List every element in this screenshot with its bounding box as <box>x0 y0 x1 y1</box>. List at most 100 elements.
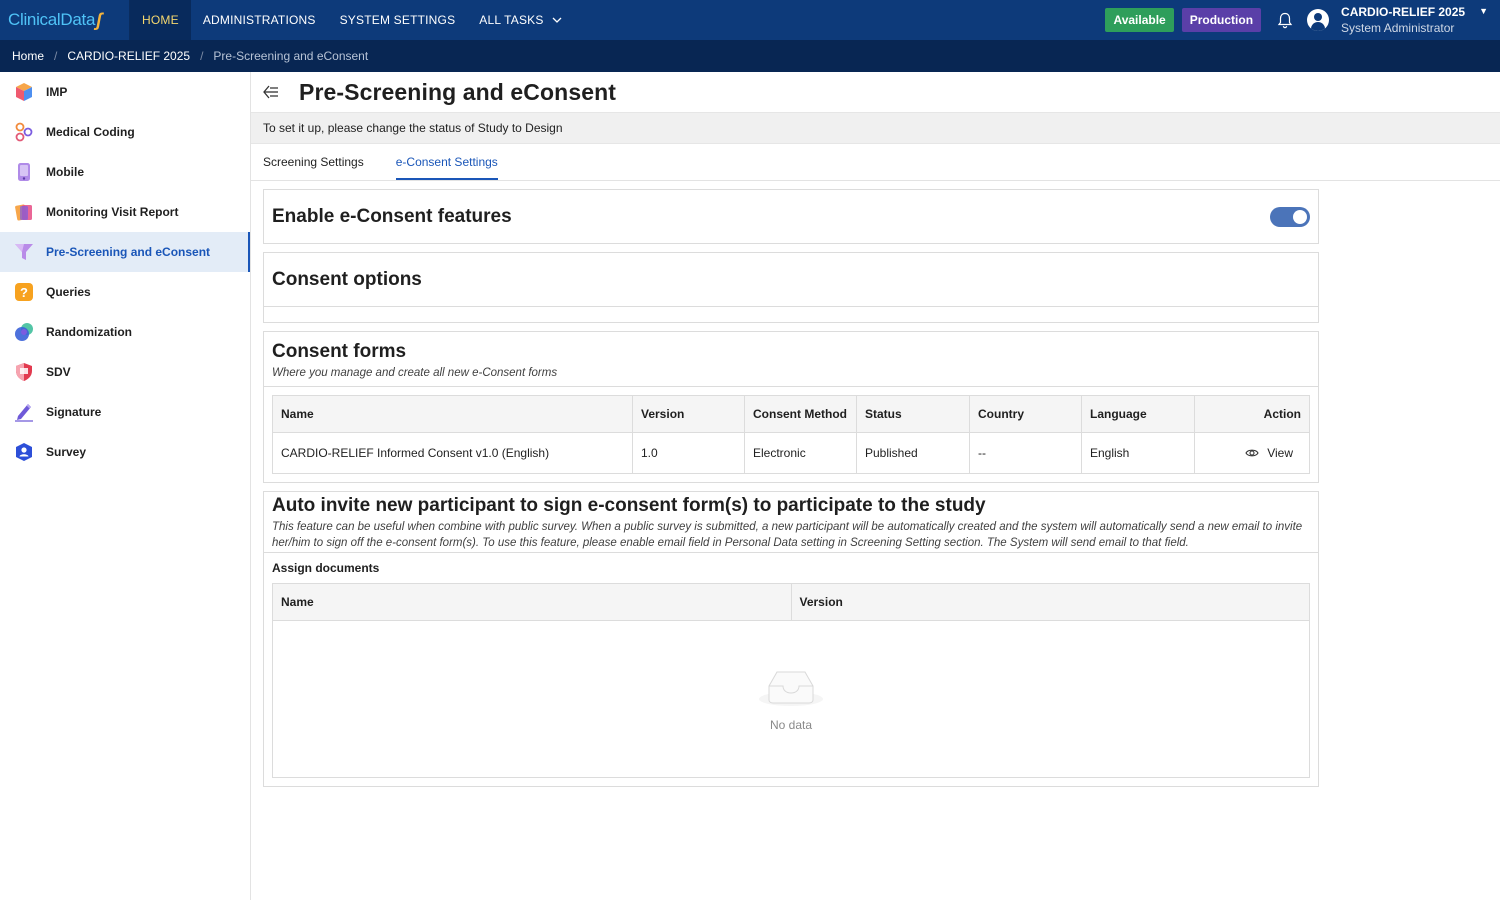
breadcrumb-current: Pre-Screening and eConsent <box>213 49 369 63</box>
nav-system-settings[interactable]: SYSTEM SETTINGS <box>328 0 468 40</box>
sidebar-item-randomization[interactable]: Randomization <box>0 312 250 352</box>
sidebar-item-label: IMP <box>46 85 68 99</box>
sidebar-item-mobile[interactable]: Mobile <box>0 152 250 192</box>
consent-forms-card: Consent forms Where you manage and creat… <box>263 331 1319 483</box>
sidebar: IMP Medical Coding Mobile Monitoring Vis… <box>0 72 251 900</box>
consent-forms-title: Consent forms <box>272 341 407 362</box>
sidebar-item-queries[interactable]: ? Queries <box>0 272 250 312</box>
user-avatar-icon[interactable] <box>1307 9 1330 31</box>
enable-econsent-toggle[interactable] <box>1270 206 1310 227</box>
empty-state-text: No data <box>769 718 813 732</box>
cube-icon <box>14 82 34 102</box>
page-header: Pre-Screening and eConsent <box>251 72 1500 112</box>
svg-text:?: ? <box>20 285 28 300</box>
breadcrumb: Home / CARDIO-RELIEF 2025 / Pre-Screenin… <box>0 40 1500 72</box>
empty-inbox-icon <box>759 666 823 710</box>
assign-documents-table: Name Version <box>272 583 1310 621</box>
column-header-country[interactable]: Country <box>969 395 1082 433</box>
consent-forms-body: Name Version Consent Method Status Count… <box>264 386 1318 482</box>
logo-swoosh-icon: ʃ <box>96 9 102 30</box>
app-logo[interactable]: ClinicalData ʃ <box>0 0 130 40</box>
nav-home[interactable]: HOME <box>130 0 191 40</box>
user-menu[interactable]: CARDIO-RELIEF 2025 System Administrator <box>1341 4 1465 36</box>
tab-econsent-settings[interactable]: e-Consent Settings <box>395 155 498 180</box>
assign-documents-table-wrap: Name Version No data <box>264 583 1318 786</box>
cell-language: English <box>1081 432 1195 474</box>
logo-text: ClinicalData <box>8 10 96 29</box>
caret-down-icon[interactable]: ▼ <box>1479 6 1488 16</box>
breadcrumb-separator: / <box>54 49 58 63</box>
breadcrumb-home[interactable]: Home <box>12 49 44 63</box>
enable-econsent-card: Enable e-Consent features <box>263 189 1319 244</box>
nav-home-label: HOME <box>142 13 179 27</box>
cell-name: CARDIO-RELIEF Informed Consent v1.0 (Eng… <box>272 432 633 474</box>
consent-options-title: Consent options <box>272 268 422 290</box>
bell-icon[interactable] <box>1275 10 1295 30</box>
table-header-row: Name Version <box>272 583 1310 621</box>
view-button-label: View <box>1267 446 1293 460</box>
sidebar-item-label: Survey <box>46 445 87 459</box>
consent-options-card: Consent options <box>263 252 1319 323</box>
auto-invite-header: Auto invite new participant to sign e-co… <box>264 492 1318 552</box>
chevron-down-icon <box>552 15 562 26</box>
sidebar-item-signature[interactable]: Signature <box>0 392 250 432</box>
sidebar-item-label: Signature <box>46 405 102 419</box>
sidebar-item-label: Mobile <box>46 165 84 179</box>
funnel-icon <box>14 242 34 262</box>
consent-forms-subtitle: Where you manage and create all new e-Co… <box>272 367 558 379</box>
top-navigation-bar: ClinicalData ʃ HOME ADMINISTRATIONS SYST… <box>0 0 1500 40</box>
sidebar-item-medical-coding[interactable]: Medical Coding <box>0 112 250 152</box>
cell-consent-method: Electronic <box>744 432 857 474</box>
view-button[interactable]: View <box>1203 446 1301 460</box>
econsent-settings-panel: Enable e-Consent features Consent option… <box>251 181 1331 787</box>
sidebar-item-imp[interactable]: IMP <box>0 72 250 112</box>
auto-invite-card: Auto invite new participant to sign e-co… <box>263 491 1319 787</box>
column-header-status[interactable]: Status <box>856 395 970 433</box>
randomization-icon <box>14 322 34 342</box>
enable-econsent-header: Enable e-Consent features <box>264 190 1318 243</box>
column-header-consent-method[interactable]: Consent Method <box>744 395 857 433</box>
column-header-name[interactable]: Name <box>272 395 633 433</box>
column-header-name[interactable]: Name <box>272 583 792 621</box>
sidebar-item-monitoring-visit-report[interactable]: Monitoring Visit Report <box>0 192 250 232</box>
column-header-language[interactable]: Language <box>1081 395 1195 433</box>
consent-options-body <box>264 306 1318 322</box>
report-icon <box>14 202 34 222</box>
column-header-version[interactable]: Version <box>790 583 1310 621</box>
sidebar-item-label: Monitoring Visit Report <box>46 205 179 219</box>
consent-forms-table: Name Version Consent Method Status Count… <box>272 395 1310 474</box>
breadcrumb-separator: / <box>200 49 204 63</box>
sidebar-item-pre-screening-and-econsent[interactable]: Pre-Screening and eConsent <box>0 232 250 272</box>
study-status-notice: To set it up, please change the status o… <box>251 112 1500 144</box>
tab-screening-settings[interactable]: Screening Settings <box>263 155 364 180</box>
shield-icon <box>14 362 34 382</box>
auto-invite-description: This feature can be useful when combine … <box>272 521 1303 549</box>
nav-system-settings-label: SYSTEM SETTINGS <box>339 13 456 27</box>
consent-forms-header: Consent forms Where you manage and creat… <box>264 332 1318 386</box>
cell-action: View <box>1194 432 1310 474</box>
column-header-version[interactable]: Version <box>632 395 745 433</box>
nav-administrations-label: ADMINISTRATIONS <box>202 13 316 27</box>
nav-administrations[interactable]: ADMINISTRATIONS <box>191 0 328 40</box>
available-status-badge[interactable]: Available <box>1105 8 1174 32</box>
breadcrumb-study[interactable]: CARDIO-RELIEF 2025 <box>67 49 190 63</box>
nav-all-tasks[interactable]: ALL TASKS <box>467 0 573 40</box>
sidebar-item-label: Pre-Screening and eConsent <box>46 245 211 259</box>
production-environment-badge[interactable]: Production <box>1181 8 1262 32</box>
survey-icon <box>14 442 34 462</box>
sidebar-item-label: Medical Coding <box>46 125 135 139</box>
top-right-area: Available Production CARDIO-RELIEF 2025 … <box>1105 0 1500 40</box>
sidebar-item-sdv[interactable]: SDV <box>0 352 250 392</box>
collapse-sidebar-icon[interactable] <box>263 84 279 100</box>
nav-all-tasks-label: ALL TASKS <box>479 13 544 27</box>
table-header-row: Name Version Consent Method Status Count… <box>272 395 1310 433</box>
mobile-icon <box>14 162 34 182</box>
cell-version: 1.0 <box>632 432 745 474</box>
auto-invite-title: Auto invite new participant to sign e-co… <box>272 495 986 516</box>
sidebar-item-label: Randomization <box>46 325 132 339</box>
coding-icon <box>14 122 34 142</box>
consent-options-header: Consent options <box>264 253 1318 306</box>
assign-documents-label: Assign documents <box>272 561 380 575</box>
sidebar-item-survey[interactable]: Survey <box>0 432 250 472</box>
auto-invite-body: Assign documents Name Version No data <box>264 552 1318 786</box>
